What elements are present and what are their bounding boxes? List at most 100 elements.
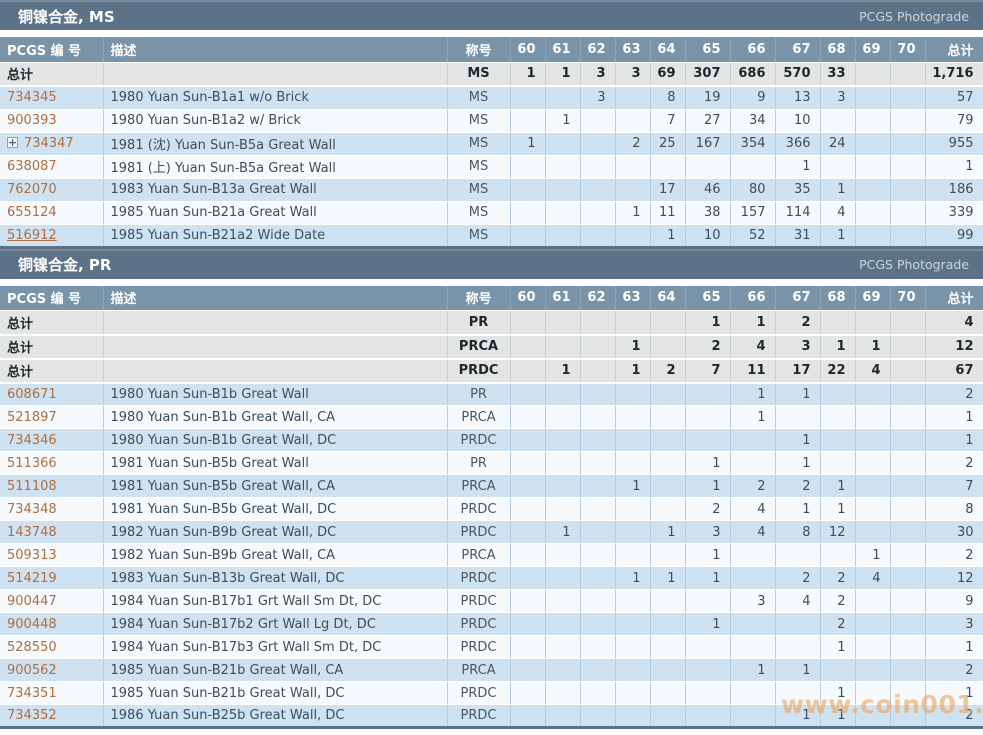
grade-count (545, 704, 581, 728)
grade-count (730, 543, 776, 567)
col-header-description: 描述 (103, 285, 448, 311)
coin-description: 1983 Yuan Sun-B13b Great Wall, DC (103, 566, 448, 590)
pcgs-number-link[interactable]: 509313 (7, 548, 57, 563)
row-total: 2 (925, 543, 983, 567)
grade-count (730, 635, 776, 659)
pcgs-number-link[interactable]: 734352 (7, 708, 57, 723)
grade-count (890, 520, 926, 544)
grade-count: 1 (685, 612, 731, 636)
pcgs-number-link[interactable]: 734347 (24, 136, 74, 151)
grade-count (890, 224, 926, 248)
pcgs-number-link[interactable]: 521897 (7, 410, 57, 425)
grade-count (580, 612, 616, 636)
pcgs-number-cell: 143748 (0, 520, 104, 544)
pcgs-number-link[interactable]: 638087 (7, 159, 57, 174)
pcgs-number-link[interactable]: 608671 (7, 387, 57, 402)
pcgs-number-cell: 900447 (0, 589, 104, 613)
pcgs-number-link[interactable]: 734345 (7, 90, 57, 105)
designation-value: MS (447, 86, 511, 110)
coin-description: 1981 (沈) Yuan Sun-B5a Great Wall (103, 132, 448, 156)
grade-count (890, 612, 926, 636)
grade-count (890, 497, 926, 521)
total-grade-count (510, 310, 546, 336)
coin-description: 1984 Yuan Sun-B17b1 Grt Wall Sm Dt, DC (103, 589, 448, 613)
total-grade-count: 17 (775, 358, 821, 384)
pcgs-number-link[interactable]: 900447 (7, 594, 57, 609)
col-header-grade-61: 61 (545, 285, 581, 311)
pcgs-number-link[interactable]: 528550 (7, 640, 57, 655)
grade-count (510, 635, 546, 659)
pcgs-number-link[interactable]: 516912 (7, 228, 57, 243)
expand-icon[interactable]: + (7, 137, 18, 148)
total-grade-count (545, 310, 581, 336)
row-total: 79 (925, 109, 983, 133)
grade-count: 1 (775, 155, 821, 179)
total-designation: MS (447, 62, 511, 87)
grade-count (580, 132, 616, 156)
total-grade-count (580, 310, 616, 336)
total-grade-count: 1 (510, 62, 546, 87)
grade-count (545, 612, 581, 636)
table-row: 638087 1981 (上) Yuan Sun-B5a Great Wall MS… (0, 155, 983, 179)
grade-count (685, 635, 731, 659)
pcgs-number-cell: 762070 (0, 178, 104, 202)
pcgs-number-link[interactable]: 900562 (7, 663, 57, 678)
table-row: 608671 1980 Yuan Sun-B1b Great Wall PR 1 1 2 (0, 382, 983, 406)
grade-count: 114 (775, 201, 821, 225)
pcgs-number-link[interactable]: 511366 (7, 456, 57, 471)
table-row: 900562 1985 Yuan Sun-B21b Great Wall, CA P… (0, 658, 983, 682)
grade-count: 1 (775, 428, 821, 452)
pcgs-number-link[interactable]: 734348 (7, 502, 57, 517)
col-header-designation: 称号 (447, 285, 511, 311)
grade-count: 1 (820, 681, 856, 705)
pcgs-number-link[interactable]: 900393 (7, 113, 57, 128)
grade-count (650, 543, 686, 567)
grade-count: 354 (730, 132, 776, 156)
pcgs-number-link[interactable]: 900448 (7, 617, 57, 632)
grade-count (580, 589, 616, 613)
grade-count (510, 178, 546, 202)
pcgs-number-link[interactable]: 655124 (7, 205, 57, 220)
grade-count (890, 382, 926, 406)
designation-value: PRDC (447, 589, 511, 613)
grade-count: 1 (820, 178, 856, 202)
row-total: 2 (925, 704, 983, 728)
grade-count (510, 543, 546, 567)
grade-count (855, 635, 891, 659)
grade-count (650, 382, 686, 406)
grade-count (730, 155, 776, 179)
grade-count: 1 (685, 566, 731, 590)
pcgs-number-link[interactable]: 734346 (7, 433, 57, 448)
pcgs-number-cell: 521897 (0, 405, 104, 429)
grade-count (890, 474, 926, 498)
grade-count: 10 (685, 224, 731, 248)
grade-count: 1 (730, 658, 776, 682)
row-total: 2 (925, 658, 983, 682)
table-row: 143748 1982 Yuan Sun-B9b Great Wall, DC PR… (0, 520, 983, 544)
grade-count (650, 635, 686, 659)
pcgs-number-link[interactable]: 143748 (7, 525, 57, 540)
photograde-link[interactable]: PCGS Photograde (859, 9, 969, 24)
pcgs-number-link[interactable]: 734351 (7, 686, 57, 701)
title-gap (0, 278, 983, 286)
pcgs-number-link[interactable]: 762070 (7, 182, 57, 197)
grade-count (855, 155, 891, 179)
pcgs-number-link[interactable]: 514219 (7, 571, 57, 586)
grade-count: 3 (820, 86, 856, 110)
grade-count (545, 178, 581, 202)
pcgs-number-cell: 900562 (0, 658, 104, 682)
grade-count (775, 612, 821, 636)
col-header-grade-67: 67 (775, 285, 821, 311)
col-header-designation: 称号 (447, 37, 511, 63)
grade-count: 1 (730, 382, 776, 406)
grade-count (890, 86, 926, 110)
grade-count (615, 405, 651, 429)
grade-count (580, 201, 616, 225)
table-row: 900393 1980 Yuan Sun-B1a2 w/ Brick MS 1 7 27 3… (0, 109, 983, 133)
row-total: 1 (925, 428, 983, 452)
pcgs-number-link[interactable]: 511108 (7, 479, 57, 494)
grade-count: 4 (820, 201, 856, 225)
grade-count (685, 681, 731, 705)
photograde-link[interactable]: PCGS Photograde (859, 257, 969, 272)
total-sum: 12 (925, 334, 983, 360)
